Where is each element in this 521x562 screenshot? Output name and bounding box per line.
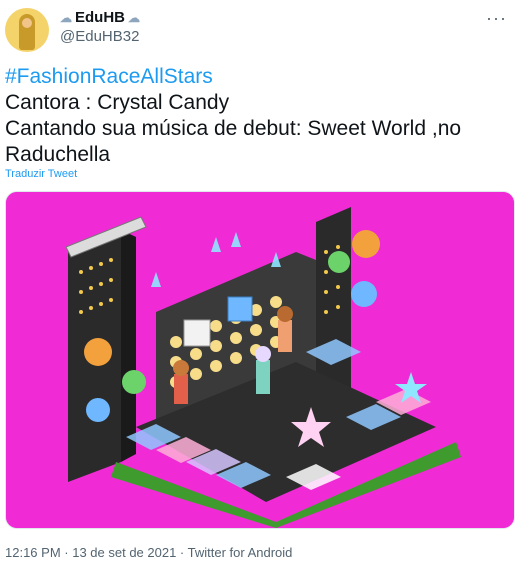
- tweet-line-2: Cantando sua música de debut: Sweet Worl…: [5, 117, 462, 140]
- cloud-lightning-icon: ☁: [60, 10, 72, 25]
- translate-tweet-link[interactable]: Traduzir Tweet: [5, 168, 77, 180]
- hashtag-link[interactable]: #FashionRaceAllStars: [5, 64, 510, 90]
- tweet-meta: 12:16 PM · 13 de set de 2021 · Twitter f…: [5, 545, 292, 560]
- user-handle[interactable]: @EduHB32: [60, 28, 139, 45]
- cloud-lightning-icon: ☁: [128, 10, 140, 25]
- tweet-image[interactable]: [5, 191, 515, 529]
- tweet-time[interactable]: 12:16 PM: [5, 545, 61, 560]
- tweet-line-3: Raduchella: [5, 143, 111, 166]
- avatar-face: [22, 18, 32, 28]
- display-name-row[interactable]: ☁ EduHB ☁: [60, 9, 140, 26]
- tweet-client: Twitter for Android: [187, 545, 293, 560]
- tweet-date[interactable]: 13 de set de 2021: [72, 545, 176, 560]
- tweet-line-1: Cantora : Crystal Candy: [5, 91, 230, 114]
- display-name[interactable]: EduHB: [75, 9, 125, 26]
- meta-separator: ·: [60, 545, 73, 560]
- meta-separator: ·: [176, 545, 188, 560]
- avatar[interactable]: [5, 8, 49, 52]
- game-scene-image: [6, 192, 514, 528]
- more-options-icon[interactable]: ···: [486, 8, 507, 29]
- tweet-text: #FashionRaceAllStars Cantora : Crystal C…: [5, 64, 510, 168]
